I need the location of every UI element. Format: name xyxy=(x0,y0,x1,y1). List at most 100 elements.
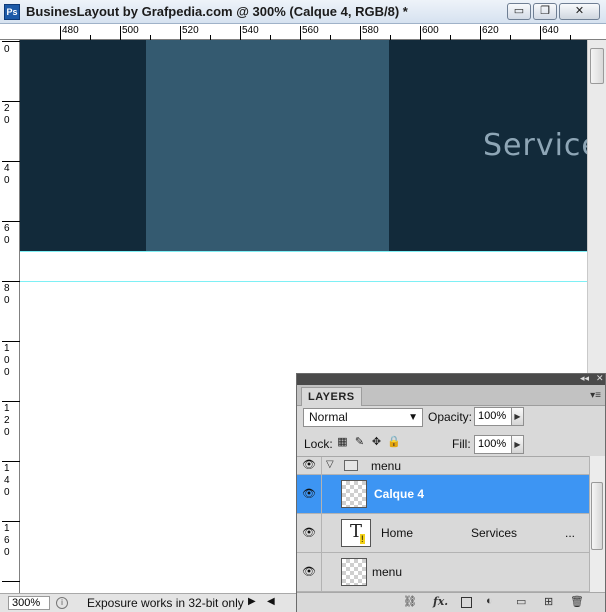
ruler-tick xyxy=(180,26,181,40)
calque-4-highlight-block xyxy=(146,40,389,251)
ruler-label: 1 xyxy=(4,523,10,534)
guide-line[interactable] xyxy=(20,281,587,282)
info-icon[interactable]: i xyxy=(56,597,68,609)
panel-menu-icon[interactable]: ▾≡ xyxy=(590,390,601,401)
folder-icon xyxy=(344,460,358,471)
layer-name-col2: Services xyxy=(471,526,518,540)
ruler-label: 6 xyxy=(4,535,10,546)
restore-button[interactable]: ❐ xyxy=(533,3,557,20)
tab-layers[interactable]: LAYERS xyxy=(301,387,362,406)
ruler-label: 580 xyxy=(362,25,379,36)
ruler-label: 0 xyxy=(4,115,10,126)
scroll-left-arrow-icon[interactable]: ◀ xyxy=(267,596,275,607)
vertical-ruler[interactable]: 0 2 0 4 0 6 0 8 0 1 0 0 1 2 0 1 4 0 1 6 … xyxy=(0,40,20,593)
lock-transparency-icon[interactable]: ▦ xyxy=(336,436,349,449)
folder-icon[interactable]: ▭ xyxy=(516,595,526,608)
mask-icon[interactable] xyxy=(461,597,472,608)
layer-row-menu-group[interactable]: 👁 ▽ menu xyxy=(297,457,589,475)
status-bar: 300% i Exposure works in 32-bit only ▶ ◀ xyxy=(0,593,298,612)
ruler-tick xyxy=(2,461,20,462)
zoom-level-field[interactable]: 300% xyxy=(8,596,50,610)
row-divider xyxy=(321,475,322,513)
fx-icon[interactable]: fx. xyxy=(433,595,448,608)
layer-row-menu[interactable]: 👁 menu xyxy=(297,553,589,592)
ruler-label: 620 xyxy=(482,25,499,36)
trash-icon[interactable]: 🗑 xyxy=(570,595,584,608)
layer-name: menu xyxy=(371,459,402,473)
ruler-label: 4 xyxy=(4,163,10,174)
scrollbar-thumb[interactable] xyxy=(590,48,604,84)
ruler-label: 0 xyxy=(4,367,10,378)
ruler-label: 1 xyxy=(4,403,10,414)
lock-position-icon[interactable]: ✥ xyxy=(370,436,383,449)
fill-input[interactable]: 100% xyxy=(474,435,512,454)
collapse-panel-icon[interactable]: ◂◂ xyxy=(580,373,589,384)
eye-icon[interactable]: 👁 xyxy=(301,527,317,539)
blend-mode-select[interactable]: Normal ▼ xyxy=(303,408,423,427)
ruler-label: 0 xyxy=(4,175,10,186)
ruler-label: 4 xyxy=(4,475,10,486)
lock-all-icon[interactable]: 🔒 xyxy=(387,436,401,449)
ruler-label: 540 xyxy=(242,25,259,36)
opacity-slider-button[interactable]: ▶ xyxy=(511,407,524,426)
eye-icon[interactable]: 👁 xyxy=(301,566,317,578)
eye-icon[interactable]: 👁 xyxy=(301,488,317,500)
ruler-label: 0 xyxy=(4,355,10,366)
row-divider xyxy=(321,514,322,552)
ruler-label: 560 xyxy=(302,25,319,36)
photoshop-app-icon[interactable]: Ps xyxy=(4,4,20,20)
layer-row-calque-4[interactable]: 👁 Calque 4 xyxy=(297,475,589,514)
status-menu-arrow-icon[interactable]: ▶ xyxy=(248,596,256,607)
close-button[interactable]: ✕ xyxy=(559,3,600,20)
ruler-label: 2 xyxy=(4,103,10,114)
close-icon: ✕ xyxy=(574,5,585,17)
ruler-tick xyxy=(2,521,20,522)
ruler-label: 0 xyxy=(4,295,10,306)
ruler-label: 0 xyxy=(4,44,10,55)
layers-panel: ◂◂ ✕ LAYERS ▾≡ Normal ▼ Opacity: 100% ▶ … xyxy=(296,373,606,612)
close-panel-icon[interactable]: ✕ xyxy=(596,373,604,384)
layers-panel-toolbar: ⛓ fx. ◐ ▭ ⊞ 🗑 xyxy=(297,592,605,612)
ruler-label: 520 xyxy=(182,25,199,36)
ruler-tick xyxy=(240,26,241,40)
lock-image-pixels-icon[interactable]: ✎ xyxy=(353,436,366,449)
layers-scrollbar[interactable] xyxy=(589,456,605,592)
ruler-tick xyxy=(2,401,20,402)
title-bar: Ps BusinesLayout by Grafpedia.com @ 300%… xyxy=(0,0,606,24)
minimize-icon: ▭ xyxy=(513,5,525,17)
layer-row-text-home[interactable]: 👁 T ! Home Services ... xyxy=(297,514,589,553)
guide-line[interactable] xyxy=(20,251,587,252)
minimize-button[interactable]: ▭ xyxy=(507,3,531,20)
row-divider xyxy=(321,457,322,474)
new-layer-icon[interactable]: ⊞ xyxy=(544,595,553,608)
opacity-input[interactable]: 100% xyxy=(474,407,512,426)
window-title: BusinesLayout by Grafpedia.com @ 300% (C… xyxy=(26,4,408,19)
fill-slider-button[interactable]: ▶ xyxy=(511,435,524,454)
ruler-tick xyxy=(120,26,121,40)
status-message: Exposure works in 32-bit only xyxy=(87,596,244,610)
chevron-down-icon: ▼ xyxy=(408,412,418,423)
eye-icon[interactable]: 👁 xyxy=(301,459,317,471)
horizontal-ruler[interactable]: 480 500 520 540 560 580 600 620 640 xyxy=(0,24,606,40)
ruler-label: 2 xyxy=(4,415,10,426)
panel-header-strip: ◂◂ ✕ xyxy=(297,373,605,385)
fill-label: Fill: xyxy=(452,437,471,451)
ruler-tick xyxy=(2,41,20,42)
scrollbar-thumb[interactable] xyxy=(591,482,603,550)
ruler-tick xyxy=(480,26,481,40)
nav-services-text: Service xyxy=(483,128,587,163)
row-divider xyxy=(321,553,322,591)
ruler-label: 0 xyxy=(4,427,10,438)
adjustment-icon[interactable]: ◐ xyxy=(486,595,493,607)
ruler-tick xyxy=(2,101,20,102)
warning-icon: ! xyxy=(360,534,365,544)
layer-name-ellipsis: ... xyxy=(565,526,576,540)
link-icon[interactable]: ⛓ xyxy=(403,595,417,608)
expand-triangle-icon[interactable]: ▽ xyxy=(326,459,334,470)
ruler-tick xyxy=(2,221,20,222)
ruler-label: 8 xyxy=(4,283,10,294)
layer-thumbnail xyxy=(341,480,367,508)
layers-list: 👁 ▽ menu 👁 Calque 4 👁 T ! Home Services … xyxy=(297,456,589,593)
ruler-tick xyxy=(360,26,361,40)
ruler-label: 0 xyxy=(4,547,10,558)
